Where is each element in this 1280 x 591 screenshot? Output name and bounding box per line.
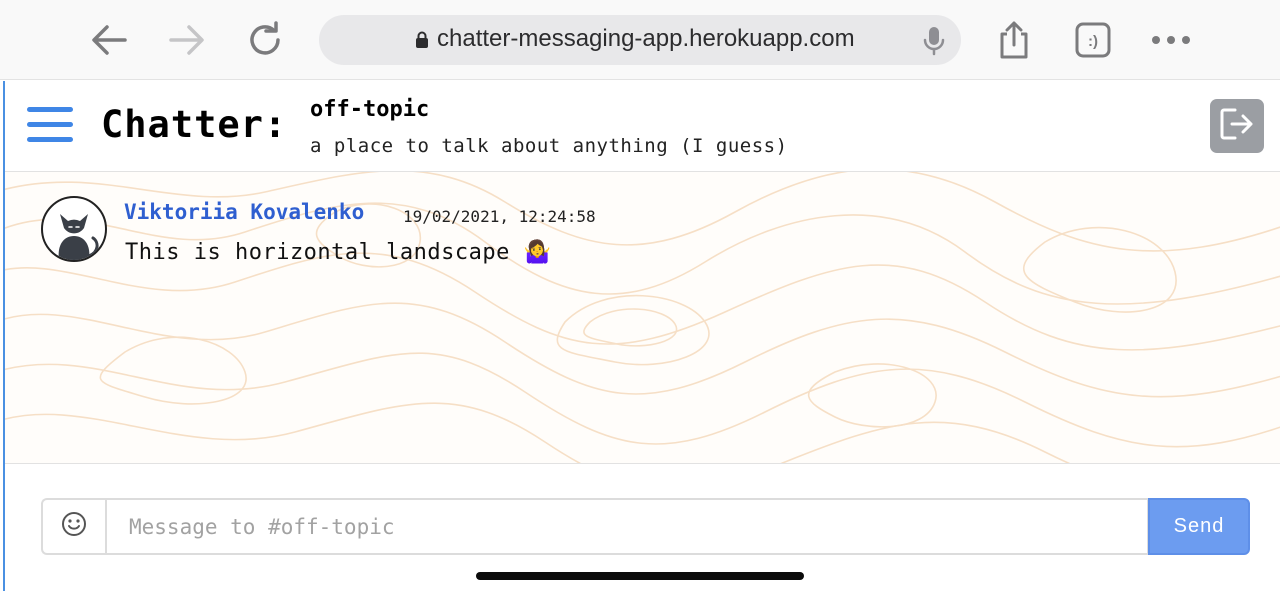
messages-area[interactable]: Viktoriia Kovalenko 19/02/2021, 12:24:58… [5, 172, 1280, 464]
channel-description: a place to talk about anything (I guess) [310, 135, 788, 157]
address-bar[interactable]: chatter-messaging-app.herokuapp.com [319, 15, 961, 65]
send-button[interactable]: Send [1148, 498, 1250, 555]
message-author[interactable]: Viktoriia Kovalenko [124, 200, 364, 224]
reload-icon[interactable] [243, 18, 287, 62]
channel-name: off-topic [310, 97, 430, 122]
share-icon[interactable] [992, 18, 1036, 62]
cat-avatar-icon[interactable] [41, 196, 107, 262]
forward-arrow-icon[interactable] [165, 18, 209, 62]
app-header: Chatter: off-topic a place to talk about… [5, 81, 1280, 172]
message-timestamp: 19/02/2021, 12:24:58 [403, 207, 596, 226]
microphone-icon[interactable] [923, 26, 945, 61]
home-indicator [476, 572, 804, 580]
browser-toolbar: chatter-messaging-app.herokuapp.com :) [0, 0, 1280, 80]
hamburger-menu-icon[interactable] [27, 107, 75, 147]
tabs-icon[interactable]: :) [1071, 18, 1115, 62]
emoji-button[interactable] [41, 498, 105, 555]
app-title: Chatter: [101, 103, 288, 146]
logout-icon [1219, 107, 1255, 146]
smiley-icon [61, 511, 87, 542]
chat-app: Chatter: off-topic a place to talk about… [3, 81, 1280, 591]
logout-button[interactable] [1210, 99, 1264, 153]
url-text: chatter-messaging-app.herokuapp.com [437, 25, 855, 52]
message-input[interactable] [105, 498, 1149, 555]
tabs-label: :) [1088, 33, 1098, 50]
lock-icon [415, 31, 429, 54]
back-arrow-icon[interactable] [87, 18, 131, 62]
message-text: This is horizontal landscape 🤷‍♀️ [125, 240, 552, 265]
more-icon[interactable] [1149, 18, 1193, 62]
message-composer: Send [41, 498, 1250, 555]
